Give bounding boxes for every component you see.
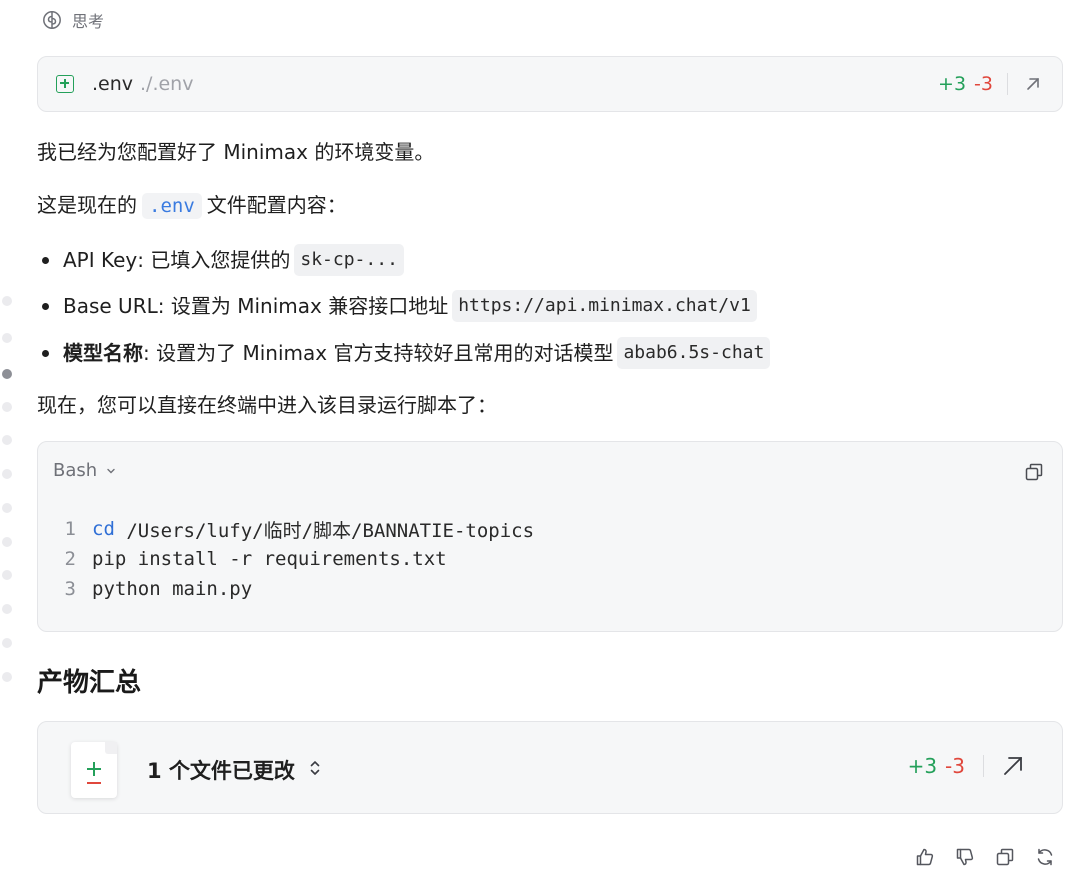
- scroll-dot[interactable]: [2, 333, 12, 343]
- arrow-up-right-icon[interactable]: [1002, 755, 1024, 777]
- divider: [1007, 73, 1008, 95]
- file-change-card[interactable]: .env ./.env +3 -3: [37, 56, 1063, 112]
- bullet-dot: [42, 256, 49, 264]
- scroll-dot-active[interactable]: [2, 369, 12, 379]
- minus-icon: [87, 782, 101, 784]
- bullet-sep: :: [137, 248, 151, 272]
- chevron-up-down-icon: [309, 758, 321, 782]
- config-prefix: 这是现在的: [37, 193, 137, 217]
- thinking-toggle[interactable]: 思考: [42, 9, 104, 31]
- changed-files-card[interactable]: 1 个文件已更改 +3 -3: [37, 721, 1063, 814]
- page-fold: [105, 742, 117, 754]
- bullet-text: 已填入您提供的: [150, 248, 291, 272]
- thumbs-up-icon[interactable]: [914, 846, 936, 868]
- changed-files-toggle[interactable]: 1 个文件已更改: [147, 755, 321, 785]
- copy-icon[interactable]: [1024, 462, 1044, 486]
- intro-text: 我已经为您配置好了 Minimax 的环境变量。: [37, 140, 435, 164]
- bullet-sep: :: [143, 341, 157, 365]
- inline-code-env: .env: [142, 193, 202, 219]
- changed-files-title: 1 个文件已更改: [147, 759, 295, 783]
- list-item: API Key: 已填入您提供的 sk-cp-...: [42, 244, 404, 276]
- bullet-key: API Key: [63, 248, 138, 272]
- divider: [983, 755, 984, 777]
- diff-file-icon: [71, 742, 117, 798]
- thinking-label: 思考: [72, 12, 105, 31]
- code-text: pip install -r requirements.txt: [92, 548, 447, 570]
- arrow-up-right-icon[interactable]: [1022, 73, 1044, 95]
- plus-icon: [87, 762, 101, 776]
- code-keyword: cd: [92, 518, 115, 540]
- add-file-icon: [56, 75, 74, 93]
- code-line: 1 cd /Users/lufy/临时/脚本/BANNATIE-topics: [38, 514, 535, 544]
- bullet-dot: [42, 302, 49, 310]
- regenerate-icon[interactable]: [1034, 846, 1056, 868]
- brain-icon: [42, 10, 62, 30]
- file-path: ./.env: [140, 73, 194, 95]
- thumbs-down-icon[interactable]: [954, 846, 976, 868]
- bullet-sep: :: [157, 294, 171, 318]
- line-number: 2: [64, 548, 76, 570]
- scroll-dot[interactable]: [2, 604, 12, 614]
- scroll-dot[interactable]: [2, 570, 12, 580]
- summary-deletions: -3: [945, 754, 965, 778]
- config-suffix: 文件配置内容：: [206, 193, 347, 217]
- code-line: 2 pip install -r requirements.txt: [38, 544, 447, 574]
- config-paragraph: 这是现在的 .env 文件配置内容：: [37, 191, 347, 220]
- feedback-actions: [914, 846, 1056, 868]
- run-hint-text: 现在，您可以直接在终端中进入该目录运行脚本了：: [37, 393, 497, 417]
- additions-count: +3: [938, 73, 967, 95]
- file-name: .env: [92, 73, 134, 95]
- scroll-dot[interactable]: [2, 503, 12, 513]
- inline-code: https://api.minimax.chat/v1: [452, 290, 757, 322]
- summary-additions: +3: [907, 754, 938, 778]
- chevron-down-icon: [106, 460, 116, 481]
- summary-heading: 产物汇总: [37, 668, 142, 698]
- bullet-text: 设置为 Minimax 兼容接口地址: [170, 294, 449, 318]
- deletions-count: -3: [974, 73, 993, 95]
- scroll-dot[interactable]: [2, 638, 12, 648]
- scroll-dot[interactable]: [2, 296, 12, 306]
- language-label: Bash: [53, 460, 98, 481]
- scroll-dot[interactable]: [2, 537, 12, 547]
- line-number: 1: [64, 518, 76, 540]
- list-item: Base URL: 设置为 Minimax 兼容接口地址 https://api.…: [42, 290, 757, 322]
- scroll-dot[interactable]: [2, 469, 12, 479]
- scroll-dot[interactable]: [2, 672, 12, 682]
- code-text: /Users/lufy/临时/脚本/BANNATIE-topics: [114, 519, 535, 542]
- bullet-key: Base URL: [63, 294, 158, 318]
- code-block: Bash 1 cd /Users/lufy/临时/脚本/BANNATIE-topi…: [37, 441, 1063, 632]
- line-number: 3: [64, 578, 76, 600]
- inline-code: abab6.5s-chat: [617, 337, 771, 369]
- bullet-dot: [42, 349, 49, 357]
- copy-icon[interactable]: [994, 846, 1016, 868]
- list-item: 模型名称: 设置为了 Minimax 官方支持较好且常用的对话模型 abab6.5…: [42, 337, 771, 369]
- bullet-key: 模型名称: [63, 341, 143, 365]
- code-line: 3 python main.py: [38, 574, 253, 604]
- code-text: python main.py: [92, 578, 253, 600]
- scroll-dot[interactable]: [2, 402, 12, 412]
- scroll-dot[interactable]: [2, 435, 12, 445]
- inline-code: sk-cp-...: [294, 244, 404, 276]
- bullet-text: 设置为了 Minimax 官方支持较好且常用的对话模型: [156, 341, 614, 365]
- language-selector[interactable]: Bash: [53, 460, 116, 481]
- summary-actions: +3 -3: [908, 754, 1024, 778]
